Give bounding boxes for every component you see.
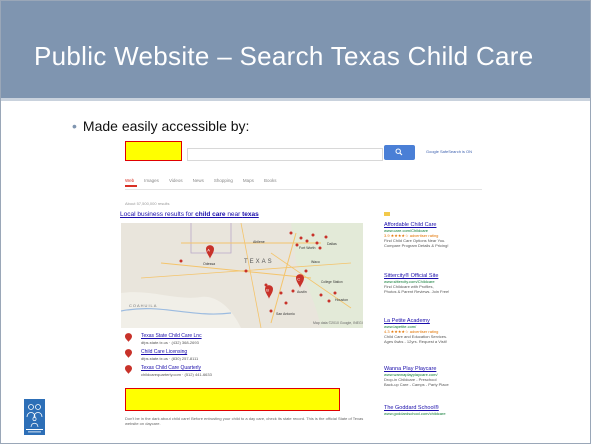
tab-books[interactable]: Books [264, 178, 277, 183]
slide: Public Website – Search Texas Child Care… [0, 0, 591, 444]
local-query-1: child care [195, 211, 226, 218]
map-credit: Map data ©2010 Google, INEGI [313, 321, 363, 325]
ad-item[interactable]: The Goddard School® www.goddardschool.co… [384, 405, 484, 416]
tab-news[interactable]: News [193, 178, 204, 183]
ad-item[interactable]: Affordable Child Care www.care.com/Child… [384, 222, 484, 248]
listing-name[interactable]: Child Care Licensing [141, 349, 187, 355]
title-bar: Public Website – Search Texas Child Care [1, 1, 590, 101]
map-pin-icon [125, 349, 132, 358]
active-tab-indicator [125, 185, 137, 187]
ad-item[interactable]: Wanna Play Playcare www.wannaplayplaycar… [384, 366, 484, 387]
ad-desc: Ages 6wks - 12yrs. Request a Visit! [384, 339, 447, 344]
map-pin-icon [125, 365, 132, 374]
map-label-texas: TEXAS [244, 259, 274, 265]
map-label-college-station: College Station [321, 280, 343, 284]
ad-desc: Compare Program Details & Pricing! [384, 243, 449, 248]
svg-text:B: B [266, 288, 269, 293]
local-prefix: Local business results for [120, 211, 196, 218]
ad-desc: Photos & Parent Reviews. Join Free! [384, 289, 450, 294]
search-input[interactable] [187, 148, 383, 161]
listing-detail: dfps.state.tx.us · (830) 257-8111 [141, 356, 199, 361]
map-label-san-antonio: San Antonio [276, 312, 295, 316]
search-tabs: Web Images Videos News Shopping Maps Books [125, 178, 286, 183]
ads-badge [384, 212, 390, 216]
ad-url: www.goddardschool.com/childcare [384, 411, 446, 416]
map-label-fort-worth: Fort Worth [299, 246, 316, 250]
results-stats: About 57,500,000 results [125, 201, 170, 206]
listing-detail: dfps.state.tx.us · (432) 368-2693 [141, 340, 199, 345]
tab-videos[interactable]: Videos [169, 178, 183, 183]
bullet-dot-icon: • [72, 118, 77, 134]
tab-images[interactable]: Images [144, 178, 159, 183]
tabs-divider [125, 189, 482, 190]
tab-shopping[interactable]: Shopping [214, 178, 233, 183]
local-mid: near [225, 211, 243, 218]
search-query-highlight [125, 141, 182, 161]
listing-name[interactable]: Texas Child Care Quarterly [141, 365, 201, 371]
search-button[interactable] [384, 145, 415, 160]
local-results-heading[interactable]: Local business results for child care ne… [120, 211, 259, 218]
official-result-snippet: Don't be in the dark about child care! B… [125, 416, 364, 426]
listing-detail: childcarequarterly.com · (512) 441-6633 [141, 372, 212, 377]
map-pin-icon [125, 333, 132, 342]
listing-name[interactable]: Texas State Child Care Lnc [141, 333, 202, 339]
map-label-abilene: Abilene [253, 240, 265, 244]
map-label-austin: Austin [297, 290, 307, 294]
svg-text:A: A [207, 248, 210, 253]
official-result-highlight[interactable] [125, 388, 340, 411]
map-label-dallas: Dallas [327, 242, 337, 246]
svg-text:C: C [297, 277, 300, 282]
bullet-item: • Made easily accessible by: [72, 118, 249, 134]
bullet-text: Made easily accessible by: [82, 118, 250, 134]
tab-maps[interactable]: Maps [243, 178, 254, 183]
local-query-2: texas [242, 211, 259, 218]
ad-desc: Back-up Care - Camps - Party Place [384, 382, 449, 387]
map-label-coahuila: COAHUILA [129, 303, 157, 308]
map-label-houston: Houston [335, 298, 348, 302]
map-label-odessa: Odessa [203, 262, 215, 266]
magnifier-icon [395, 148, 403, 156]
tab-web[interactable]: Web [125, 178, 134, 183]
texas-family-services-logo [24, 399, 45, 435]
results-map[interactable]: A C B Fort Worth Dallas TEXAS Abilene Od… [121, 223, 363, 328]
ad-item[interactable]: Sittercity® Official Site www.sittercity… [384, 273, 484, 294]
ad-item[interactable]: La Petite Academy www.lapetite.com/ 4.3 … [384, 318, 484, 344]
safesearch-link[interactable]: Google SafeSearch is ON [426, 149, 472, 154]
map-graphic: A C B Fort Worth Dallas TEXAS Abilene Od… [121, 223, 363, 328]
slide-title: Public Website – Search Texas Child Care [34, 41, 534, 71]
map-label-waco: Waco [311, 260, 320, 264]
